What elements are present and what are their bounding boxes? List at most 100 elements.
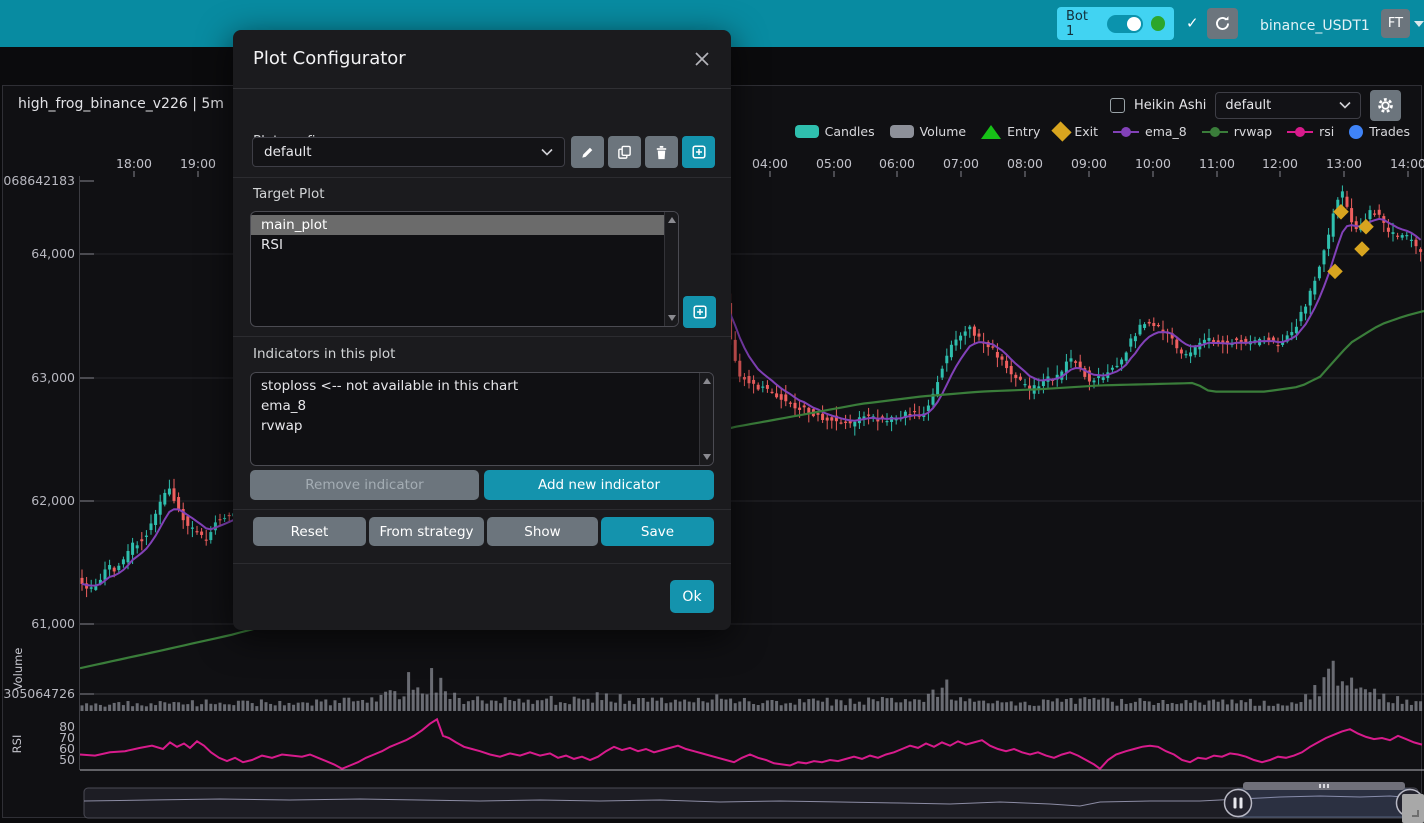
legend-label: ema_8 (1145, 124, 1187, 139)
caret-down-icon[interactable] (1414, 21, 1424, 27)
remove-indicator-button[interactable]: Remove indicator (250, 470, 479, 500)
time-axis-label: 19:00 (180, 156, 216, 171)
gear-icon (1377, 97, 1394, 114)
from-strategy-button[interactable]: From strategy (369, 517, 484, 546)
rsi-axis-title: RSI (10, 729, 24, 759)
scroll-up-icon[interactable] (668, 217, 676, 223)
listbox-scrollbar[interactable] (699, 373, 713, 465)
time-axis-label: 12:00 (1262, 156, 1298, 171)
legend-item-candles[interactable]: Candles (795, 124, 875, 139)
legend-item-exit[interactable]: Exit (1055, 124, 1098, 139)
volume-swatch-icon (890, 125, 914, 138)
legend-item-rsi[interactable]: rsi (1287, 124, 1334, 139)
chart-settings-button[interactable] (1370, 90, 1401, 121)
target-plot-listbox[interactable]: main_plotRSI (250, 211, 679, 327)
datazoom-handle[interactable] (1225, 790, 1252, 817)
chevron-down-icon (541, 148, 553, 156)
user-avatar[interactable]: FT (1381, 9, 1410, 38)
bot-toggle[interactable] (1107, 15, 1143, 33)
trades-swatch-icon (1349, 125, 1363, 139)
chart-title: high_frog_binance_v226 | 5m (18, 96, 224, 112)
indicators-label: Indicators in this plot (253, 346, 395, 362)
legend-label: Entry (1007, 124, 1040, 139)
delete-config-button[interactable] (645, 136, 678, 168)
config-name-select[interactable]: default (252, 137, 565, 167)
time-axis-label: 06:00 (879, 156, 915, 171)
indicator-option[interactable]: ema_8 (251, 396, 699, 416)
time-axis-label: 09:00 (1071, 156, 1107, 171)
time-axis-label: 10:00 (1135, 156, 1171, 171)
reset-button[interactable]: Reset (253, 517, 366, 546)
indicator-option[interactable]: stoploss <-- not available in this chart (251, 376, 699, 396)
scroll-up-icon[interactable] (703, 378, 711, 384)
pencil-icon (580, 145, 595, 160)
resize-corner-handle[interactable] (1402, 794, 1424, 823)
add-target-plot-button[interactable] (683, 296, 716, 328)
edit-config-button[interactable] (571, 136, 604, 168)
bot-selector[interactable]: Bot 1 (1057, 7, 1174, 40)
show-button[interactable]: Show (487, 517, 598, 546)
time-axis-label: 14:00 (1390, 156, 1424, 171)
legend-item-entry[interactable]: Entry (981, 124, 1040, 139)
modal-title: Plot Configurator (253, 48, 406, 69)
time-axis-label: 05:00 (816, 156, 852, 171)
entry-swatch-icon (981, 125, 1001, 139)
refresh-button[interactable] (1207, 8, 1238, 39)
candles-swatch-icon (795, 125, 819, 138)
exit-swatch-icon (1052, 121, 1072, 141)
legend-label: Trades (1369, 124, 1410, 139)
rvwap-swatch-icon (1202, 125, 1228, 138)
price-axis-label: 61,000 (31, 616, 75, 631)
add-new-indicator-button[interactable]: Add new indicator (484, 470, 714, 500)
refresh-icon (1214, 15, 1231, 32)
legend-item-volume[interactable]: Volume (890, 124, 967, 139)
modal-header: Plot Configurator (233, 30, 731, 89)
volume-axis-title: Volume (11, 645, 25, 693)
chart-legend: Candles Volume Entry Exit ema_8 rvwap rsi Trade… (795, 124, 1410, 139)
scroll-down-icon[interactable] (668, 315, 676, 321)
price-axis-label: 62,000 (31, 493, 75, 508)
plot-configurator-modal: Plot Configurator Plot config name defau… (233, 30, 731, 630)
time-axis-label: 18:00 (116, 156, 152, 171)
freqtrade-app: Bot 1 ✓ binance_USDT1 FT high_frog_binan… (0, 0, 1424, 823)
time-axis-label: 13:00 (1326, 156, 1362, 171)
plus-square-icon (692, 304, 708, 320)
save-button[interactable]: Save (601, 517, 714, 546)
bot-name-label: Bot 1 (1066, 9, 1099, 39)
add-config-button[interactable] (682, 136, 715, 168)
time-axis-label: 04:00 (752, 156, 788, 171)
legend-item-ema_8[interactable]: ema_8 (1113, 124, 1187, 139)
legend-item-trades[interactable]: Trades (1349, 124, 1410, 139)
scroll-down-icon[interactable] (703, 454, 711, 460)
exit-marker-icon[interactable] (1327, 264, 1343, 280)
target-plot-label: Target Plot (253, 186, 325, 202)
modal-close-button[interactable] (689, 46, 715, 72)
indicator-option[interactable]: rvwap (251, 416, 699, 436)
pair-label: binance_USDT1 (1260, 18, 1370, 34)
legend-label: Candles (825, 124, 875, 139)
toggle-knob (1127, 17, 1141, 31)
close-icon (694, 51, 710, 67)
rsi-axis-label: 50 (59, 752, 75, 767)
target-plot-option[interactable]: main_plot (251, 215, 664, 235)
heikin-ashi-label: Heikin Ashi (1134, 98, 1206, 113)
datazoom-window[interactable] (1238, 789, 1410, 817)
price-axis-label: 64,000 (31, 246, 75, 261)
duplicate-config-button[interactable] (608, 136, 641, 168)
indicators-listbox[interactable]: stoploss <-- not available in this chart… (250, 372, 714, 466)
time-axis-label: 07:00 (943, 156, 979, 171)
plot-config-select[interactable]: default (1215, 92, 1361, 119)
time-axis-label: 11:00 (1199, 156, 1235, 171)
plus-square-icon (691, 144, 707, 160)
datazoom-track[interactable] (84, 788, 1418, 818)
rsi-swatch-icon (1287, 125, 1313, 138)
heikin-ashi-checkbox[interactable] (1110, 98, 1125, 113)
listbox-scrollbar[interactable] (664, 212, 678, 326)
legend-label: rvwap (1234, 124, 1272, 139)
ok-button[interactable]: Ok (670, 580, 714, 613)
legend-label: rsi (1319, 124, 1334, 139)
target-plot-option[interactable]: RSI (251, 235, 664, 255)
legend-item-rvwap[interactable]: rvwap (1202, 124, 1272, 139)
legend-label: Volume (920, 124, 967, 139)
copy-icon (617, 145, 632, 160)
